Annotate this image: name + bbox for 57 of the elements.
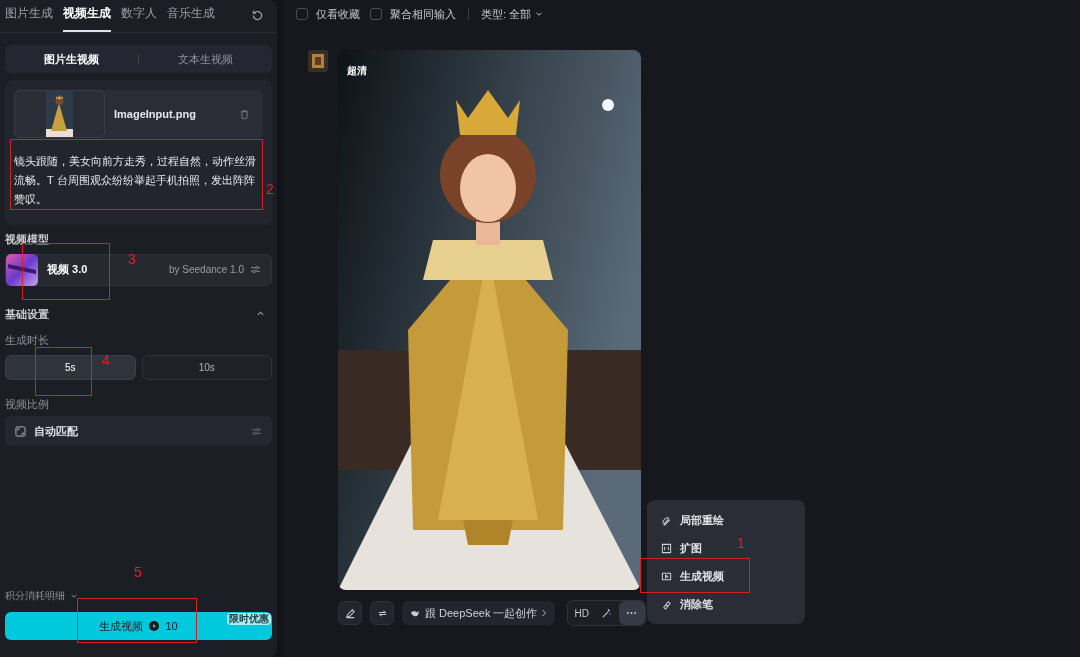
deepseek-button[interactable]: 跟 DeepSeek 一起创作 xyxy=(402,601,556,625)
tab[interactable]: 音乐生成 xyxy=(167,4,215,32)
avatar-icon xyxy=(308,50,328,72)
checkbox-label: 仅看收藏 xyxy=(316,6,360,22)
mode-tab[interactable]: 图片生视频 xyxy=(5,50,138,68)
more-button[interactable] xyxy=(618,601,645,625)
credit-icon xyxy=(149,621,160,631)
menu-item[interactable]: 扩图 xyxy=(651,534,712,562)
checkbox[interactable] xyxy=(370,8,382,20)
field-label: 生成时长 xyxy=(5,333,50,348)
tab[interactable]: 视频生成 xyxy=(63,4,111,32)
file-name: ImageInput.png xyxy=(114,106,197,122)
annotation-number: 3 xyxy=(128,252,136,266)
model-provider: by Seedance 1.0 xyxy=(168,263,244,277)
regenerate-button[interactable] xyxy=(370,601,394,625)
sliders-icon xyxy=(251,425,262,437)
menu-item[interactable]: 生成视频 xyxy=(651,562,734,590)
refresh-icon[interactable] xyxy=(251,9,264,22)
menu-item[interactable]: 局部重绘 xyxy=(651,506,734,534)
checkbox[interactable] xyxy=(296,8,308,20)
ratio-value: 自动匹配 xyxy=(34,423,78,439)
menu-item[interactable]: 消除笔 xyxy=(651,590,723,618)
annotation-number: 1 xyxy=(737,536,745,550)
checkbox-label: 聚合相同输入 xyxy=(390,6,456,22)
more-icon xyxy=(626,611,638,615)
tab[interactable]: 数字人 xyxy=(121,4,157,32)
aspect-ratio-icon xyxy=(15,425,26,437)
eraser-icon xyxy=(661,598,672,610)
trash-icon[interactable] xyxy=(239,108,250,120)
model-icon xyxy=(6,253,38,286)
mode-tab[interactable]: 文本生视频 xyxy=(139,50,272,68)
edit-button[interactable] xyxy=(338,601,362,625)
section-heading: 基础设置 xyxy=(5,306,49,322)
tab[interactable]: 图片生成 xyxy=(5,4,53,32)
chevron-right-icon xyxy=(541,609,548,617)
generate-button[interactable]: 生成视频 10 限时优惠 xyxy=(5,612,272,640)
duration-option[interactable]: 10s xyxy=(141,354,272,380)
promo-badge: 限时优惠 xyxy=(227,613,271,625)
hd-button[interactable]: HD xyxy=(568,605,595,621)
prompt-text[interactable]: 镜头跟随，美女向前方走秀，过程自然，动作丝滑流畅。T 台周围观众纷纷举起手机拍照，发出阵阵赞叹。 xyxy=(14,152,263,209)
sliders-icon xyxy=(250,264,261,275)
field-label: 视频比例 xyxy=(5,396,50,412)
video-icon xyxy=(661,570,672,582)
expand-frame-icon xyxy=(661,542,672,554)
ratio-selector[interactable]: 自动匹配 xyxy=(5,416,272,446)
annotation-number: 5 xyxy=(134,565,142,579)
model-name: 视频 3.0 xyxy=(47,262,88,278)
pencil-icon xyxy=(344,607,356,619)
chevron-down-icon xyxy=(535,10,544,18)
annotation-number: 4 xyxy=(102,353,110,367)
annotation-box xyxy=(35,347,92,396)
type-filter[interactable]: 类型: 全部 xyxy=(481,5,532,23)
annotation-number: 2 xyxy=(266,182,274,196)
cost-details-link[interactable]: 积分消耗明细 xyxy=(5,588,65,603)
magic-wand-icon xyxy=(601,607,613,619)
brush-icon xyxy=(661,514,672,526)
quality-tag: 超清 xyxy=(347,63,367,78)
